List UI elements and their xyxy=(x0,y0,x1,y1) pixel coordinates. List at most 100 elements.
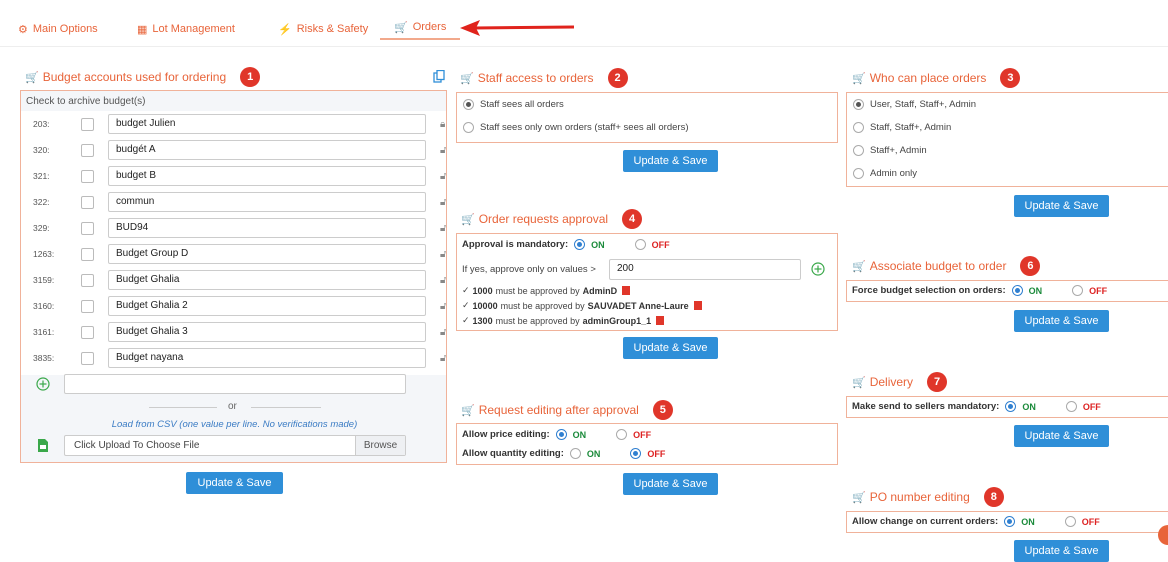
price-editing-row: Allow price editing: ON OFF xyxy=(462,429,652,440)
staff-access-save-button[interactable]: Update & Save xyxy=(623,150,718,172)
staff-access-panel: Staff sees all orders Staff sees only ow… xyxy=(456,92,838,143)
budget-name-input[interactable]: budgét A xyxy=(108,140,426,160)
budget-name-input[interactable]: budget Julien xyxy=(108,114,426,134)
radio-button[interactable] xyxy=(853,122,864,133)
archive-checkbox[interactable] xyxy=(81,143,94,157)
budget-row: 322: commun 🔓︎ xyxy=(21,189,448,215)
step-badge: 6 xyxy=(1020,256,1041,276)
file-upload-field[interactable]: Click Upload To Choose File Browse xyxy=(64,435,406,456)
unlock-icon[interactable]: 🔓︎ xyxy=(440,353,446,364)
step-badge: 3 xyxy=(1000,68,1021,88)
delivery-save-button[interactable]: Update & Save xyxy=(1014,425,1109,447)
delete-icon[interactable] xyxy=(693,301,702,310)
associate-panel: Force budget selection on orders: ON OFF xyxy=(846,280,1168,302)
add-circle-icon[interactable] xyxy=(811,262,825,276)
staff-option-own[interactable]: Staff sees only own orders (staff+ sees … xyxy=(463,122,689,133)
tab-risks-safety[interactable]: ⚡ Risks & Safety xyxy=(278,18,368,40)
tab-label: Risks & Safety xyxy=(296,23,369,35)
radio-off[interactable] xyxy=(1064,516,1076,527)
archive-checkbox[interactable] xyxy=(81,351,94,365)
archive-checkbox[interactable] xyxy=(81,299,94,313)
budget-name-input[interactable]: Budget Ghalia 3 xyxy=(108,322,426,342)
radio-button[interactable] xyxy=(463,122,474,133)
delete-icon[interactable] xyxy=(656,316,665,325)
budget-name-input[interactable]: Budget Ghalia xyxy=(108,270,426,290)
budget-name-input[interactable]: budget B xyxy=(108,166,426,186)
associate-save-button[interactable]: Update & Save xyxy=(1014,310,1109,332)
tab-label: Lot Management xyxy=(152,23,235,35)
delivery-panel: Make send to sellers mandatory: ON OFF xyxy=(846,396,1168,418)
copy-icon[interactable] xyxy=(433,70,445,83)
archive-checkbox[interactable] xyxy=(81,195,94,209)
delete-icon[interactable] xyxy=(622,286,631,295)
radio-off[interactable] xyxy=(616,429,628,440)
tab-orders[interactable]: 🛒 Orders xyxy=(380,18,461,40)
step-badge: 4 xyxy=(622,209,643,229)
archive-checkbox[interactable] xyxy=(81,247,94,261)
archive-checkbox[interactable] xyxy=(81,117,94,131)
warehouse-icon: ▦ xyxy=(137,23,148,36)
scroll-top-button[interactable] xyxy=(1158,525,1168,545)
new-budget-input[interactable] xyxy=(64,374,406,394)
radio-off[interactable] xyxy=(634,239,646,250)
radio-on[interactable] xyxy=(569,448,581,459)
editing-save-button[interactable]: Update & Save xyxy=(623,473,718,495)
radio-off[interactable] xyxy=(1065,401,1077,412)
archive-checkbox[interactable] xyxy=(81,221,94,235)
radio-on[interactable] xyxy=(1004,516,1016,527)
approval-save-button[interactable]: Update & Save xyxy=(623,337,718,359)
unlock-icon[interactable]: 🔓︎ xyxy=(440,197,446,208)
associate-row: Force budget selection on orders: ON OFF xyxy=(852,285,1108,296)
lock-icon[interactable]: 🔒︎ xyxy=(440,119,445,130)
unlock-icon[interactable]: 🔓︎ xyxy=(440,301,446,312)
unlock-icon[interactable]: 🔓︎ xyxy=(440,171,446,182)
who-can-order-save-button[interactable]: Update & Save xyxy=(1014,195,1109,217)
budget-name-input[interactable]: BUD94 xyxy=(108,218,426,238)
staff-option-all[interactable]: Staff sees all orders xyxy=(463,99,564,110)
who-option[interactable]: Staff, Staff+, Admin xyxy=(853,122,951,133)
who-option[interactable]: Staff+, Admin xyxy=(853,145,927,156)
radio-on[interactable] xyxy=(574,239,586,250)
radio-button[interactable] xyxy=(853,99,864,110)
cart-icon: 🛒 xyxy=(394,21,408,34)
threshold-row: If yes, approve only on values > xyxy=(462,264,596,275)
archive-checkbox[interactable] xyxy=(81,273,94,287)
associate-title: 🛒 Associate budget to order 6 xyxy=(852,256,1041,276)
radio-on[interactable] xyxy=(1005,401,1017,412)
budget-row: 3160: Budget Ghalia 2 🔓︎ xyxy=(21,293,448,319)
budget-name-input[interactable]: Budget Ghalia 2 xyxy=(108,296,426,316)
unlock-icon[interactable]: 🔓︎ xyxy=(440,249,446,260)
tab-lot-management[interactable]: ▦ Lot Management xyxy=(137,18,235,40)
budget-row: 1263: Budget Group D 🔓︎ xyxy=(21,241,448,267)
radio-off[interactable] xyxy=(630,448,642,459)
budget-name-input[interactable]: Budget Group D xyxy=(108,244,426,264)
add-circle-icon[interactable] xyxy=(36,377,50,391)
step-badge: 5 xyxy=(652,400,673,420)
budget-name-input[interactable]: Budget nayana xyxy=(108,348,426,368)
approval-mandatory-row: Approval is mandatory: ON OFF xyxy=(462,239,670,250)
archive-label: Check to archive budget(s) xyxy=(26,96,146,107)
unlock-icon[interactable]: 🔓︎ xyxy=(440,223,446,234)
who-option[interactable]: Admin only xyxy=(853,168,917,179)
unlock-icon[interactable]: 🔓︎ xyxy=(440,327,446,338)
budget-row: 3159: Budget Ghalia 🔓︎ xyxy=(21,267,448,293)
budget-save-button[interactable]: Update & Save xyxy=(186,472,283,494)
radio-button[interactable] xyxy=(853,145,864,156)
threshold-input[interactable]: 200 xyxy=(609,259,801,280)
radio-on[interactable] xyxy=(1011,285,1023,296)
radio-off[interactable] xyxy=(1072,285,1084,296)
browse-button[interactable]: Browse xyxy=(355,436,405,455)
delivery-title: 🛒 Delivery 7 xyxy=(852,372,948,392)
approval-rule: ✓ 1000 must be approved by AdminD xyxy=(462,285,631,296)
budget-name-input[interactable]: commun xyxy=(108,192,426,212)
radio-button[interactable] xyxy=(853,168,864,179)
radio-button[interactable] xyxy=(463,99,474,110)
unlock-icon[interactable]: 🔓︎ xyxy=(440,275,446,286)
radio-on[interactable] xyxy=(555,429,567,440)
archive-checkbox[interactable] xyxy=(81,169,94,183)
who-option[interactable]: User, Staff, Staff+, Admin xyxy=(853,99,976,110)
tab-main-options[interactable]: ⚙ Main Options xyxy=(18,18,98,40)
unlock-icon[interactable]: 🔓︎ xyxy=(440,145,446,156)
po-save-button[interactable]: Update & Save xyxy=(1014,540,1109,562)
archive-checkbox[interactable] xyxy=(81,325,94,339)
